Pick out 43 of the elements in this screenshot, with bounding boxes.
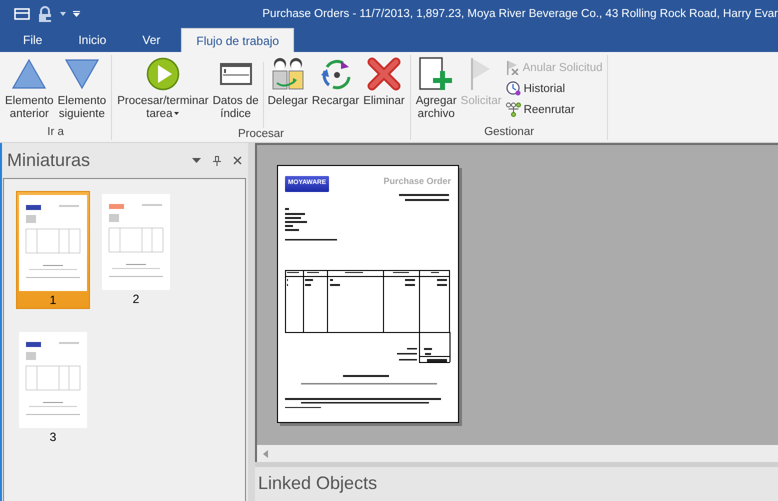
group-label: Gestionar	[484, 126, 534, 140]
ribbon-button[interactable]: Historial	[504, 80, 604, 97]
document-heading: Purchase Order	[383, 176, 451, 186]
lock-icon[interactable]	[37, 6, 53, 22]
triangle-down-icon	[64, 59, 99, 89]
x-icon	[366, 57, 401, 91]
ribbon-tab[interactable]: Inicio	[63, 28, 122, 52]
ribbon-button[interactable]: Elemento anterior	[3, 55, 56, 122]
ribbon-button[interactable]: Eliminar	[361, 55, 407, 109]
ribbon-button[interactable]: Elemento siguiente	[56, 55, 108, 122]
flag-cancel-icon	[506, 60, 520, 75]
people-icon	[270, 57, 305, 91]
window-icon[interactable]	[14, 8, 30, 20]
route-icon	[506, 102, 521, 117]
customize-icon[interactable]	[73, 10, 80, 16]
caret-icon[interactable]	[60, 12, 66, 16]
group-label: Procesar	[238, 128, 284, 142]
play-icon	[146, 57, 180, 91]
triangle-up-icon	[12, 59, 46, 89]
caret-icon	[174, 112, 180, 116]
ribbon-button[interactable]: Datos de índice	[210, 55, 261, 122]
panel-title: Linked Objects	[258, 473, 378, 493]
ribbon-tab[interactable]: Ver	[127, 28, 176, 52]
page-thumbnail[interactable]: 1	[16, 191, 90, 309]
ribbon-button[interactable]: Agregar archivo	[414, 55, 459, 122]
ribbon-button[interactable]: Procesar/terminar tarea	[115, 55, 211, 122]
ribbon-button[interactable]: Recargar	[310, 55, 362, 109]
refresh-icon	[318, 57, 353, 91]
window-title: Purchase Orders - 11/7/2013, 1,897.23, Moya River Beverage Co., 43 Rolling Rock Road, Harry Evar	[262, 8, 778, 20]
horizontal-scrollbar[interactable]	[255, 445, 778, 462]
ribbon-button[interactable]: Delegar	[266, 55, 310, 109]
close-icon[interactable]	[233, 156, 242, 165]
panel-title: Miniaturas	[7, 150, 90, 171]
group-label: Ir a	[47, 126, 64, 140]
ribbon-tab[interactable]: File	[8, 28, 58, 52]
dropdown-icon[interactable]	[192, 158, 201, 163]
pin-icon[interactable]	[213, 156, 221, 166]
clock-icon	[506, 81, 521, 96]
form-icon	[220, 63, 252, 85]
ribbon-button[interactable]: Reenrutar	[504, 101, 604, 118]
flag-icon	[470, 57, 492, 91]
ribbon-tab[interactable]: Flujo de trabajo	[181, 28, 294, 52]
add-file-icon	[419, 57, 454, 91]
